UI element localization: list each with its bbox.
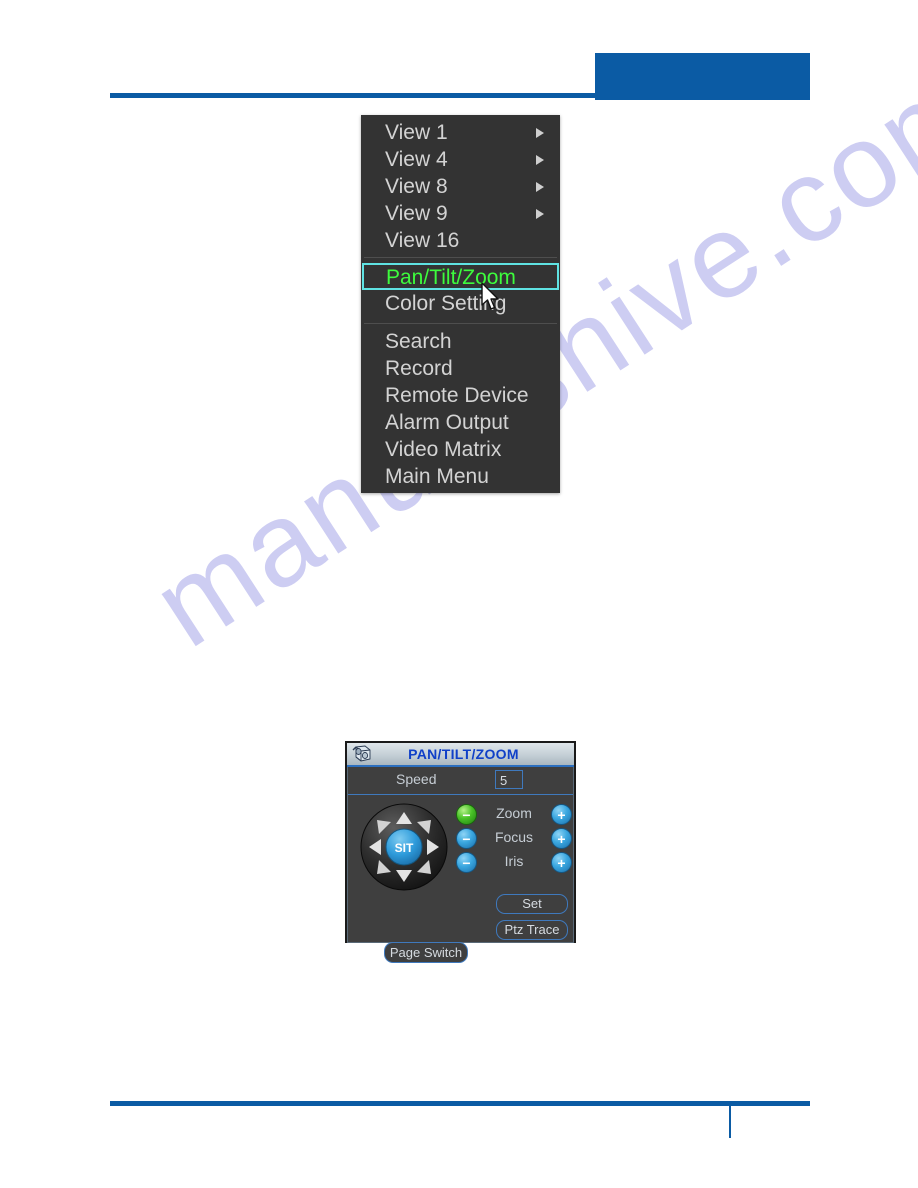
menu-item-label: View 9	[385, 202, 448, 225]
plus-icon: +	[557, 830, 566, 847]
ptz-speed-row: Speed 5	[348, 767, 573, 795]
menu-item-label: Main Menu	[385, 465, 489, 488]
menu-item-pan-tilt-zoom[interactable]: Pan/Tilt/Zoom	[362, 263, 559, 290]
menu-group-views: View 1 View 4 View 8 View 9 View 16	[361, 115, 560, 257]
ptz-iris-row: − Iris +	[456, 851, 572, 874]
footer-tick	[729, 1106, 731, 1138]
plus-icon: +	[557, 854, 566, 871]
menu-item-view-1[interactable]: View 1	[361, 119, 560, 146]
menu-item-remote-device[interactable]: Remote Device	[361, 382, 560, 409]
ptz-focus-row: − Focus +	[456, 827, 572, 850]
ptz-control-panel[interactable]: PAN/TILT/ZOOM Speed 5 SIT − Zoom + − Foc…	[345, 741, 576, 963]
ptz-set-button[interactable]: Set	[496, 894, 568, 914]
submenu-arrow-icon	[536, 154, 544, 165]
menu-item-record[interactable]: Record	[361, 355, 560, 382]
menu-item-label: Video Matrix	[385, 438, 502, 461]
ptz-zoom-row: − Zoom +	[456, 803, 572, 826]
menu-item-label: Pan/Tilt/Zoom	[386, 266, 516, 289]
menu-item-label: View 4	[385, 148, 448, 171]
menu-item-view-4[interactable]: View 4	[361, 146, 560, 173]
plus-icon: +	[557, 806, 566, 823]
ptz-body: Speed 5 SIT − Zoom + − Focus + − Iris + …	[347, 767, 574, 963]
menu-group-image: Pan/Tilt/Zoom Color Setting	[361, 258, 560, 323]
menu-item-label: Remote Device	[385, 384, 529, 407]
menu-item-view-9[interactable]: View 9	[361, 200, 560, 227]
ptz-focus-plus-button[interactable]: +	[551, 828, 572, 849]
menu-item-label: Color Setting	[385, 292, 507, 315]
menu-item-view-16[interactable]: View 16	[361, 227, 560, 254]
menu-item-label: View 8	[385, 175, 448, 198]
ptz-zoom-plus-button[interactable]: +	[551, 804, 572, 825]
right-click-preview-menu[interactable]: View 1 View 4 View 8 View 9 View 16 Pan/…	[361, 115, 560, 493]
menu-item-label: Record	[385, 357, 453, 380]
ptz-speed-label: Speed	[396, 771, 437, 787]
submenu-arrow-icon	[536, 208, 544, 219]
ptz-title-text: PAN/TILT/ZOOM	[408, 746, 519, 762]
submenu-arrow-icon	[536, 181, 544, 192]
menu-item-label: Alarm Output	[385, 411, 509, 434]
ptz-center-label: SIT	[395, 841, 414, 855]
ptz-title-bar: PAN/TILT/ZOOM	[347, 743, 574, 767]
ptz-page-switch-button[interactable]: Page Switch	[384, 942, 468, 963]
ptz-direction-pad[interactable]: SIT	[360, 803, 448, 891]
menu-item-view-8[interactable]: View 8	[361, 173, 560, 200]
menu-item-alarm-output[interactable]: Alarm Output	[361, 409, 560, 436]
menu-item-color-setting[interactable]: Color Setting	[361, 290, 560, 317]
ptz-iris-plus-button[interactable]: +	[551, 852, 572, 873]
menu-item-main-menu[interactable]: Main Menu	[361, 463, 560, 490]
document-page: manualshive.com View 1 View 4 View 8 Vie…	[0, 0, 918, 1188]
header-rule	[110, 93, 810, 98]
menu-item-label: Search	[385, 330, 452, 353]
ptz-camera-cube-icon	[352, 745, 371, 762]
ptz-trace-button[interactable]: Ptz Trace	[496, 920, 568, 940]
menu-group-system: Search Record Remote Device Alarm Output…	[361, 324, 560, 493]
submenu-arrow-icon	[536, 127, 544, 138]
menu-item-label: View 16	[385, 229, 460, 252]
ptz-speed-input[interactable]: 5	[495, 770, 523, 789]
footer-rule	[110, 1101, 810, 1106]
menu-item-video-matrix[interactable]: Video Matrix	[361, 436, 560, 463]
menu-item-search[interactable]: Search	[361, 328, 560, 355]
menu-item-label: View 1	[385, 121, 448, 144]
